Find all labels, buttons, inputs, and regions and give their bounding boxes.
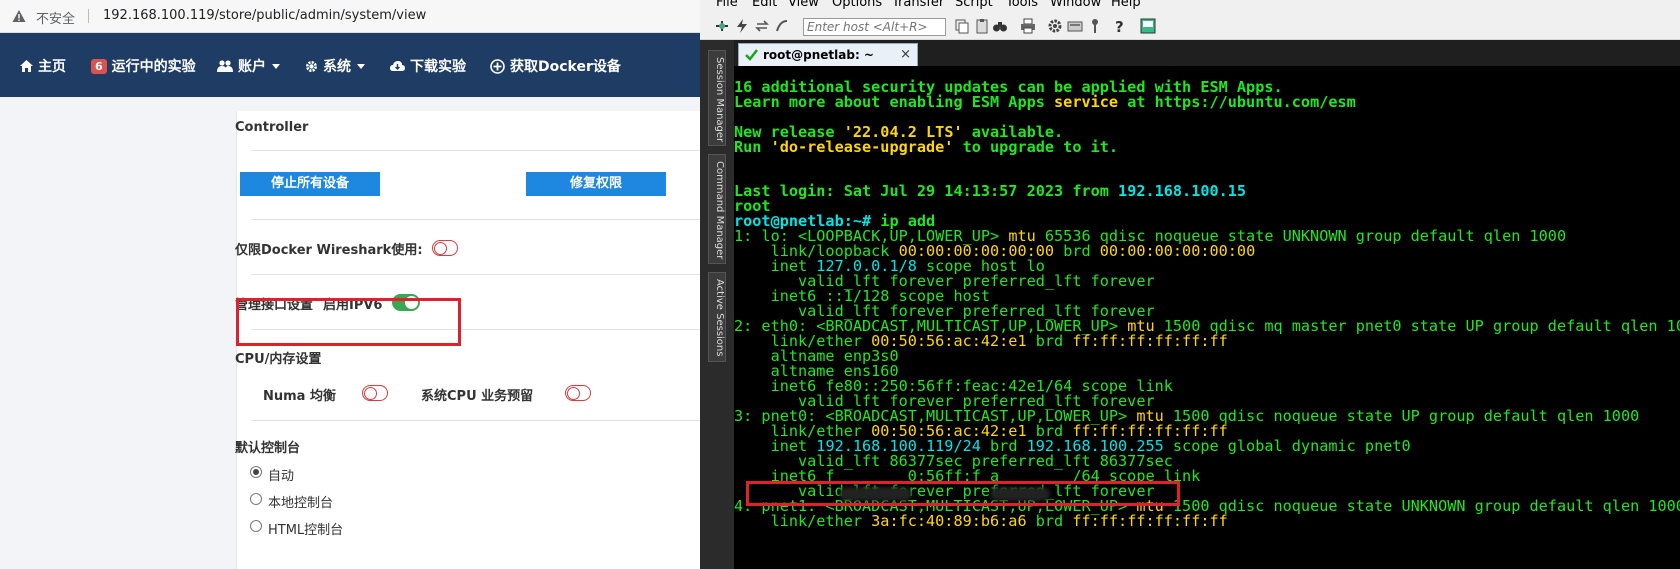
menu-window[interactable]: Window [1050,0,1101,10]
terminal-line: link/ether 3a:fc:40:89:b6:a6 brd ff:ff:f… [734,512,1228,530]
key-icon[interactable] [1087,18,1103,34]
nav-accounts[interactable]: 账户 [217,57,280,75]
quick-connect-icon[interactable] [734,18,750,34]
chevron-down-icon [357,63,365,69]
nav-running-labs-label: 运行中的实验 [111,59,196,75]
address-bar[interactable]: 不安全 192.168.100.119/store/public/admin/s… [0,0,700,33]
session-tab-bar: root@pnetlab: ~ × [734,40,1680,66]
cpu-reserve-label: 系统CPU 业务预留 [421,389,534,404]
help-icon[interactable]: ? [1111,18,1127,34]
numa-balance-toggle[interactable] [362,385,388,401]
menu-bar: File Edit View Options Transfer Script T… [700,0,1680,12]
url-text[interactable]: 192.168.100.119/store/public/admin/syste… [103,8,426,23]
print-icon[interactable] [1020,18,1036,34]
terminal-line: Learn more about enabling ESM Apps servi… [734,93,1356,111]
connect-icon[interactable] [714,18,730,34]
nav-system-label: 系统 [323,59,351,75]
paste-icon[interactable] [974,18,990,34]
nav-accounts-label: 账户 [238,59,266,75]
close-icon[interactable]: × [900,47,911,62]
session-tab[interactable]: root@pnetlab: ~ × [738,43,918,66]
console-html-label: HTML控制台 [268,523,344,538]
cpu-reserve-toggle[interactable] [565,385,591,401]
console-auto-radio[interactable] [250,466,262,478]
warning-triangle-icon [12,10,26,22]
menu-tools[interactable]: Tools [1006,0,1038,10]
session-tab-label: root@pnetlab: ~ [763,48,874,62]
console-local-label: 本地控制台 [268,496,334,511]
divider [251,274,700,275]
plus-circle-icon [490,58,505,74]
menu-transfer[interactable]: Transfer [892,0,944,10]
screen-icon[interactable] [1140,18,1156,34]
session-manager-tab[interactable]: Session Manager [708,50,726,146]
cpu-mem-title: CPU/内存设置 [235,352,322,367]
menu-script[interactable]: Script [955,0,993,10]
nav-download-labs[interactable]: 下载实验 [390,57,466,75]
numa-balance-label: Numa 均衡 [263,389,336,404]
docker-wireshark-toggle[interactable] [432,240,458,256]
find-icon[interactable] [992,18,1008,34]
reconnect-icon[interactable] [754,18,770,34]
divider [251,150,700,151]
chevron-down-icon [272,63,280,69]
console-local-radio[interactable] [250,493,262,505]
divider [251,219,700,220]
side-panel-tabs: Session Manager Command Manager Active S… [700,40,734,569]
gear-icon [306,60,317,72]
inet6-highlight-box [746,481,1180,506]
gear-icon[interactable] [1047,18,1063,34]
host-input[interactable] [803,18,946,36]
console-auto-label: 自动 [268,469,295,484]
controller-title: Controller [235,120,309,135]
active-sessions-tab[interactable]: Active Sessions [708,272,726,362]
top-navbar: 主页 6 运行中的实验 账户 系统 下载实验 获取Docker设备 [0,33,700,97]
cloud-download-icon [390,61,405,71]
default-console-title: 默认控制台 [235,441,301,456]
browser-window: 不安全 192.168.100.119/store/public/admin/s… [0,0,700,569]
terminal-line: Last login: Sat Jul 29 14:13:57 2023 fro… [734,182,1247,200]
nav-download-labs-label: 下载实验 [410,59,466,75]
toolbar: ? [700,12,1680,40]
command-manager-tab[interactable]: Command Manager [708,154,726,264]
nav-home-label: 主页 [38,59,66,75]
nav-get-docker-label: 获取Docker设备 [510,59,621,75]
nav-get-docker[interactable]: 获取Docker设备 [490,57,621,75]
running-count-badge: 6 [91,58,107,74]
securecrt-window: File Edit View Options Transfer Script T… [700,0,1680,569]
menu-edit[interactable]: Edit [752,0,777,10]
home-icon [20,60,33,72]
disconnect-icon[interactable] [774,18,790,34]
keymap-icon[interactable] [1067,18,1083,34]
nav-running-labs[interactable]: 6 运行中的实验 [91,57,196,75]
insecure-label[interactable]: 不安全 [36,8,75,27]
copy-icon[interactable] [954,18,970,34]
users-icon [217,60,233,72]
fix-permissions-button[interactable]: 修复权限 [526,172,666,196]
svg-text:?: ? [1115,18,1124,34]
stop-all-devices-button[interactable]: 停止所有设备 [240,172,380,196]
menu-file[interactable]: File [716,0,738,10]
terminal-line: Run 'do-release-upgrade' to upgrade to i… [734,138,1119,156]
console-html-radio[interactable] [250,520,262,532]
menu-options[interactable]: Options [832,0,882,10]
nav-home[interactable]: 主页 [20,57,66,75]
menu-view[interactable]: View [788,0,819,10]
docker-wireshark-label: 仅限Docker Wireshark使用: [235,243,423,258]
menu-help[interactable]: Help [1111,0,1141,10]
checkmark-icon [745,49,758,61]
ipv6-highlight-box [236,298,461,346]
divider [251,420,700,421]
nav-system[interactable]: 系统 [305,57,365,75]
address-separator [88,9,89,23]
